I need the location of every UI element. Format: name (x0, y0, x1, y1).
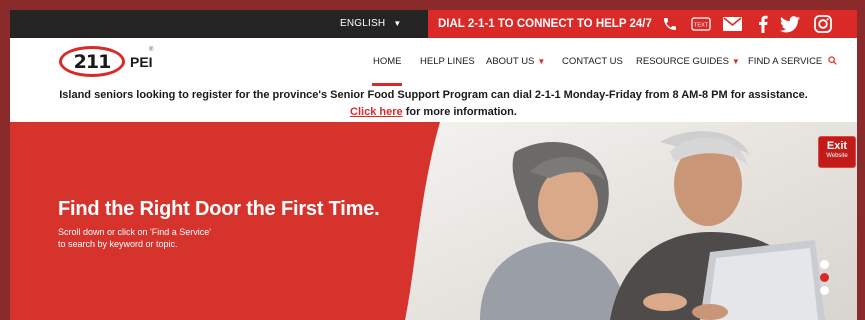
facebook-icon[interactable] (756, 15, 770, 33)
nav-find-service-label: FIND A SERVICE (748, 56, 823, 67)
logo-name[interactable]: PEI (130, 54, 153, 70)
nav-about-us[interactable]: ABOUT US ▼ (486, 38, 545, 86)
text-icon-label: TEXT (694, 23, 709, 29)
announcement-link[interactable]: Click here (350, 106, 403, 118)
phone-icon[interactable] (660, 15, 680, 33)
logo-211[interactable]: 211 (59, 46, 125, 77)
top-utility-bar: ENGLISH ▼ DIAL 2-1-1 TO CONNECT TO HELP 2… (10, 10, 857, 38)
chevron-down-icon: ▼ (537, 57, 546, 66)
slide-dot-1[interactable] (820, 260, 829, 269)
logo-registered-mark: ® (149, 47, 154, 53)
dial-banner: DIAL 2-1-1 TO CONNECT TO HELP 24/7 TEXT (428, 10, 857, 38)
exit-label: Exit (826, 140, 848, 152)
exit-website-button[interactable]: Exit Website (818, 136, 856, 168)
hero-subtitle: Scroll down or click on 'Find a Service'… (58, 226, 298, 250)
announcement-text: Island seniors looking to register for t… (59, 89, 808, 101)
language-selector[interactable]: ENGLISH ▼ (340, 10, 401, 38)
announcement-banner: Island seniors looking to register for t… (10, 86, 857, 122)
nav-help-lines[interactable]: HELP LINES (420, 38, 475, 86)
slide-dot-3[interactable] (820, 286, 829, 295)
main-navigation: 211 PEI ® HOME HELP LINES ABOUT US ▼ CONT… (10, 38, 857, 86)
page-frame-top (0, 0, 865, 10)
text-icon[interactable]: TEXT (690, 15, 712, 33)
nav-resource-guides-label: RESOURCE GUIDES (636, 56, 729, 67)
chevron-down-icon: ▼ (393, 19, 402, 28)
logo-number: 211 (73, 50, 112, 73)
exit-sub-label: Website (826, 153, 848, 159)
hero-title: Find the Right Door the First Time. (58, 198, 380, 220)
mail-icon[interactable] (721, 15, 743, 33)
nav-resource-guides[interactable]: RESOURCE GUIDES ▼ (636, 38, 740, 86)
nav-find-service[interactable]: FIND A SERVICE (748, 38, 837, 86)
twitter-icon[interactable] (779, 15, 801, 33)
instagram-icon[interactable] (813, 15, 833, 33)
nav-home[interactable]: HOME (373, 38, 402, 86)
hero-subtitle-line1: Scroll down or click on 'Find a Service' (58, 227, 211, 237)
hero-subtitle-line2: to search by keyword or topic. (58, 239, 178, 249)
announcement-suffix: for more information. (405, 106, 517, 118)
hero-photo (405, 122, 857, 320)
page-frame-left (0, 0, 10, 320)
search-icon (828, 56, 837, 65)
page-frame-right (857, 0, 865, 320)
nav-about-us-label: ABOUT US (486, 56, 535, 67)
hero-banner: Find the Right Door the First Time. Scro… (10, 122, 857, 320)
chevron-down-icon: ▼ (731, 57, 740, 66)
dial-text: DIAL 2-1-1 TO CONNECT TO HELP 24/7 (438, 18, 652, 30)
language-label: ENGLISH (340, 18, 386, 29)
slide-dot-2[interactable] (820, 273, 829, 282)
nav-contact-us[interactable]: CONTACT US (562, 38, 623, 86)
